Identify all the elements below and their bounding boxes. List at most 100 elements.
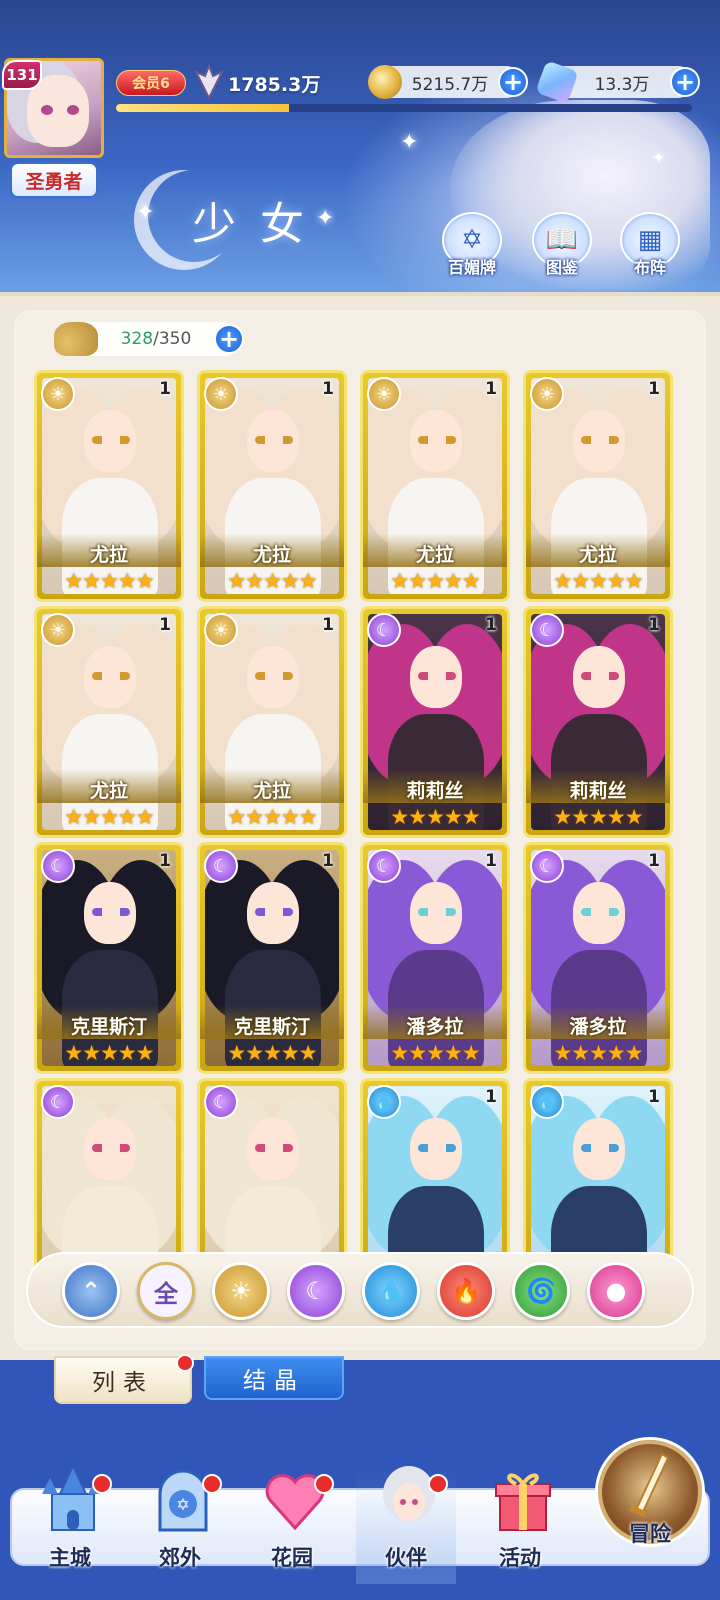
card-count: 1 bbox=[485, 851, 497, 871]
formation-button[interactable]: ▦ 布阵 bbox=[618, 212, 682, 284]
girl-card[interactable]: 💧 1 bbox=[360, 1078, 510, 1270]
portrait-eyes bbox=[418, 672, 456, 680]
notification-dot bbox=[314, 1474, 334, 1494]
water-element-icon: 💧 bbox=[376, 1277, 406, 1305]
card-count: 1 bbox=[322, 851, 334, 871]
card-star-rating: ★★★★★ bbox=[227, 569, 317, 593]
portrait-eyes bbox=[418, 436, 456, 444]
portrait-eyes bbox=[581, 908, 619, 916]
card-name: 潘多拉 bbox=[569, 1016, 627, 1038]
card-name: 克里斯汀 bbox=[70, 1016, 147, 1038]
card-deck-label: 百媚牌 bbox=[447, 258, 496, 277]
girl-card[interactable]: ☾ 1 潘多拉 ★★★★★ bbox=[523, 842, 673, 1074]
dark-element-icon: ☾ bbox=[530, 613, 564, 647]
bag-capacity-text: 328/350 bbox=[98, 329, 214, 349]
gold-currency: 5215.7万 + bbox=[368, 65, 528, 99]
card-count: 1 bbox=[648, 851, 660, 871]
notification-dot bbox=[92, 1474, 112, 1494]
gem-amount: 13.3万 bbox=[594, 74, 650, 95]
add-gold-button[interactable]: + bbox=[498, 67, 528, 97]
girl-card[interactable]: ☾ 1 克里斯汀 ★★★★★ bbox=[197, 842, 347, 1074]
portrait-eyes bbox=[581, 672, 619, 680]
card-star-rating: ★★★★★ bbox=[64, 1041, 154, 1065]
nav-events[interactable]: 活动 bbox=[470, 1464, 570, 1584]
element-filter-bar: ⌃ 全 ☀ ☾ 💧 🔥 🌀 ● bbox=[26, 1252, 694, 1328]
wind-element-icon: 🌀 bbox=[526, 1277, 556, 1305]
card-name-bar: 潘多拉 bbox=[363, 1005, 507, 1039]
card-count: 1 bbox=[322, 615, 334, 635]
girl-card[interactable]: ☾ bbox=[34, 1078, 184, 1270]
card-name-bar: 克里斯汀 bbox=[200, 1005, 344, 1039]
fire-element-filter-button[interactable]: 🔥 bbox=[437, 1262, 495, 1320]
card-deck-button[interactable]: ✡ 百媚牌 bbox=[440, 212, 504, 284]
girl-card[interactable]: 💧 1 bbox=[523, 1078, 673, 1270]
heart-element-icon: ● bbox=[605, 1277, 627, 1305]
girl-card[interactable]: ☾ 1 克里斯汀 ★★★★★ bbox=[34, 842, 184, 1074]
notification-dot bbox=[176, 1354, 194, 1372]
card-star-rating: ★★★★★ bbox=[553, 569, 643, 593]
portrait-eyes bbox=[92, 672, 130, 680]
girl-card[interactable]: ☀ 1 尤拉 ★★★★★ bbox=[523, 370, 673, 602]
girl-card[interactable]: ☀ 1 尤拉 ★★★★★ bbox=[197, 370, 347, 602]
card-star-rating: ★★★★★ bbox=[64, 805, 154, 829]
exp-progress-fill bbox=[116, 104, 289, 112]
girl-card[interactable]: ☀ 1 尤拉 ★★★★★ bbox=[360, 370, 510, 602]
card-name-bar: 潘多拉 bbox=[526, 1005, 670, 1039]
card-name: 尤拉 bbox=[415, 544, 454, 566]
wind-element-filter-button[interactable]: 🌀 bbox=[512, 1262, 570, 1320]
dark-element-icon: ☾ bbox=[367, 613, 401, 647]
vip-badge[interactable]: 会员6 bbox=[116, 70, 186, 96]
header-banner: ✦ ✦ ✦ ✦ bbox=[0, 0, 720, 298]
heart-element-filter-button[interactable]: ● bbox=[587, 1262, 645, 1320]
nav-main-city[interactable]: 主城 bbox=[20, 1464, 120, 1584]
card-count: 1 bbox=[648, 615, 660, 635]
combat-power-value: 1785.3万 bbox=[228, 74, 321, 96]
expand-bag-button[interactable]: + bbox=[214, 324, 244, 354]
tab-list-label: 列表 bbox=[92, 1370, 154, 1396]
all-icon: 全 bbox=[154, 1279, 178, 1308]
card-name: 尤拉 bbox=[252, 780, 291, 802]
bag-icon bbox=[54, 322, 98, 356]
girl-card[interactable]: ☀ 1 尤拉 ★★★★★ bbox=[34, 370, 184, 602]
girl-card[interactable]: ☾ 1 莉莉丝 ★★★★★ bbox=[523, 606, 673, 838]
card-grid[interactable]: ☀ 1 尤拉 ★★★★★ ☀ 1 尤拉 ★★★★★ ☀ 1 尤拉 ★★★★★ ☀ 1 尤拉 ★★★★★ ☀ 1 尤拉… bbox=[34, 370, 686, 1270]
castle-icon bbox=[42, 1464, 104, 1531]
card-star-rating: ★★★★★ bbox=[390, 569, 480, 593]
girl-card[interactable]: ☀ 1 尤拉 ★★★★★ bbox=[34, 606, 184, 838]
bag-capacity: 328/350 + bbox=[54, 322, 244, 356]
portrait-eyes bbox=[255, 672, 293, 680]
card-name-bar: 尤拉 bbox=[37, 533, 181, 567]
tab-crystal[interactable]: 结晶 bbox=[204, 1356, 344, 1400]
girl-card[interactable]: ☀ 1 尤拉 ★★★★★ bbox=[197, 606, 347, 838]
tab-list[interactable]: 列表 bbox=[54, 1354, 194, 1404]
girl-card[interactable]: ☾ 1 潘多拉 ★★★★★ bbox=[360, 842, 510, 1074]
sort-up-filter-button[interactable]: ⌃ bbox=[62, 1262, 120, 1320]
light-element-icon: ☀ bbox=[367, 377, 401, 411]
light-element-filter-button[interactable]: ☀ bbox=[212, 1262, 270, 1320]
nav-label: 郊外 bbox=[159, 1546, 201, 1570]
nav-partner[interactable]: 伙伴 bbox=[356, 1464, 456, 1584]
nav-label: 伙伴 bbox=[385, 1546, 427, 1570]
dark-element-icon: ☾ bbox=[367, 849, 401, 883]
bag-max: 350 bbox=[158, 329, 192, 349]
card-name: 莉莉丝 bbox=[569, 780, 627, 802]
dark-element-filter-button[interactable]: ☾ bbox=[287, 1262, 345, 1320]
card-star-rating: ★★★★★ bbox=[227, 1041, 317, 1065]
codex-button[interactable]: 📖 图鉴 bbox=[530, 212, 594, 284]
gem-currency: 13.3万 + bbox=[535, 60, 700, 104]
notification-dot bbox=[428, 1474, 448, 1494]
card-name: 尤拉 bbox=[578, 544, 617, 566]
card-name-bar: 克里斯汀 bbox=[37, 1005, 181, 1039]
nav-garden[interactable]: 花园 bbox=[242, 1464, 342, 1584]
all-filter-button[interactable]: 全 bbox=[137, 1262, 195, 1320]
add-gem-button[interactable]: + bbox=[670, 67, 700, 97]
svg-text:✡: ✡ bbox=[176, 1495, 189, 1514]
girl-card[interactable]: ☾ 1 莉莉丝 ★★★★★ bbox=[360, 606, 510, 838]
water-element-filter-button[interactable]: 💧 bbox=[362, 1262, 420, 1320]
card-name: 尤拉 bbox=[89, 544, 128, 566]
nav-outskirts[interactable]: ✡ 郊外 bbox=[130, 1464, 230, 1584]
portrait-eyes bbox=[418, 1144, 456, 1152]
player-title-badge[interactable]: 圣勇者 bbox=[10, 162, 98, 198]
portrait-eyes bbox=[255, 1144, 293, 1152]
girl-card[interactable]: ☾ bbox=[197, 1078, 347, 1270]
